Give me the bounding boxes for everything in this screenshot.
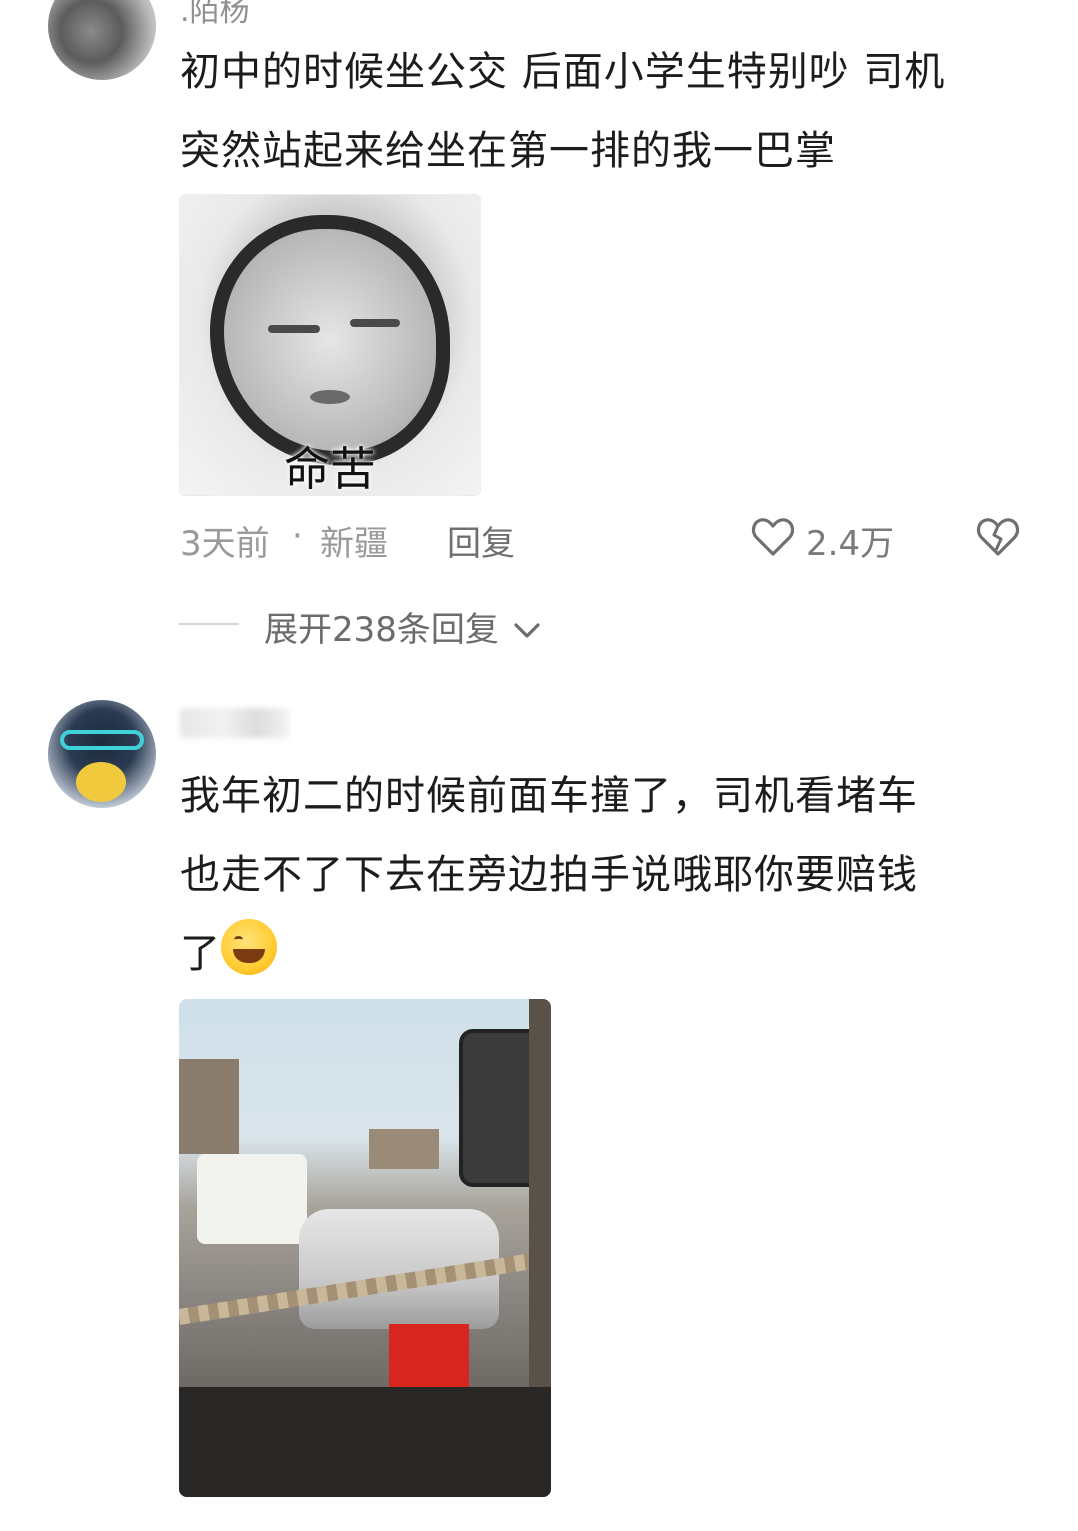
sticker-image[interactable]: 命苦 — [179, 194, 481, 496]
broken-heart-icon[interactable] — [974, 512, 1022, 560]
comment-text: 我年初二的时候前面车撞了，司机看堵车 也走不了下去在旁边拍手说哦耶你要赔钱 了 — [180, 757, 1040, 994]
comment-username[interactable]: .陌杨 — [180, 0, 250, 30]
like-count: 2.4万 — [806, 524, 895, 564]
avatar-goggles-graphic — [60, 730, 144, 750]
comment-text-line: 了 — [180, 931, 221, 977]
photo-dashboard — [179, 1387, 551, 1497]
avatar[interactable] — [48, 0, 156, 80]
heart-outline-icon[interactable] — [749, 512, 797, 560]
comment-text: 初中的时候坐公交 后面小学生特别吵 司机 突然站起来给坐在第一排的我一巴掌 — [180, 33, 1040, 191]
chevron-down-icon — [510, 613, 544, 647]
expand-replies-button[interactable]: 展开238条回复 — [264, 602, 544, 651]
comment-text-line: 我年初二的时候前面车撞了，司机看堵车 — [180, 773, 918, 819]
comment-text-line: 也走不了下去在旁边拍手说哦耶你要赔钱 — [180, 852, 918, 898]
photo-building — [179, 1059, 239, 1154]
sticker-eye — [268, 325, 320, 333]
comment-location: 新疆 — [320, 524, 388, 564]
avatar-character-graphic — [76, 762, 126, 802]
grinning-face-emoji — [221, 919, 277, 975]
comment-text-line: 突然站起来给坐在第一排的我一巴掌 — [180, 128, 836, 174]
comment-username-redacted[interactable] — [180, 708, 290, 738]
photo-building — [369, 1129, 439, 1169]
reply-button[interactable]: 回复 — [447, 516, 515, 565]
sticker-face-graphic — [210, 215, 450, 465]
comment-text-line-last: 了 — [180, 915, 1040, 994]
sticker-mouth — [310, 390, 350, 404]
sticker-caption: 命苦 — [284, 442, 376, 496]
photo-van — [197, 1154, 307, 1244]
sticker-eye — [350, 319, 400, 327]
avatar[interactable] — [48, 700, 156, 808]
comment-time: 3天前 — [180, 524, 270, 564]
attached-photo[interactable] — [179, 999, 551, 1497]
meta-separator: · — [292, 516, 303, 556]
expand-replies-label: 展开238条回复 — [264, 610, 499, 650]
comment-text-line: 初中的时候坐公交 后面小学生特别吵 司机 — [180, 49, 946, 95]
reply-divider — [179, 623, 239, 625]
